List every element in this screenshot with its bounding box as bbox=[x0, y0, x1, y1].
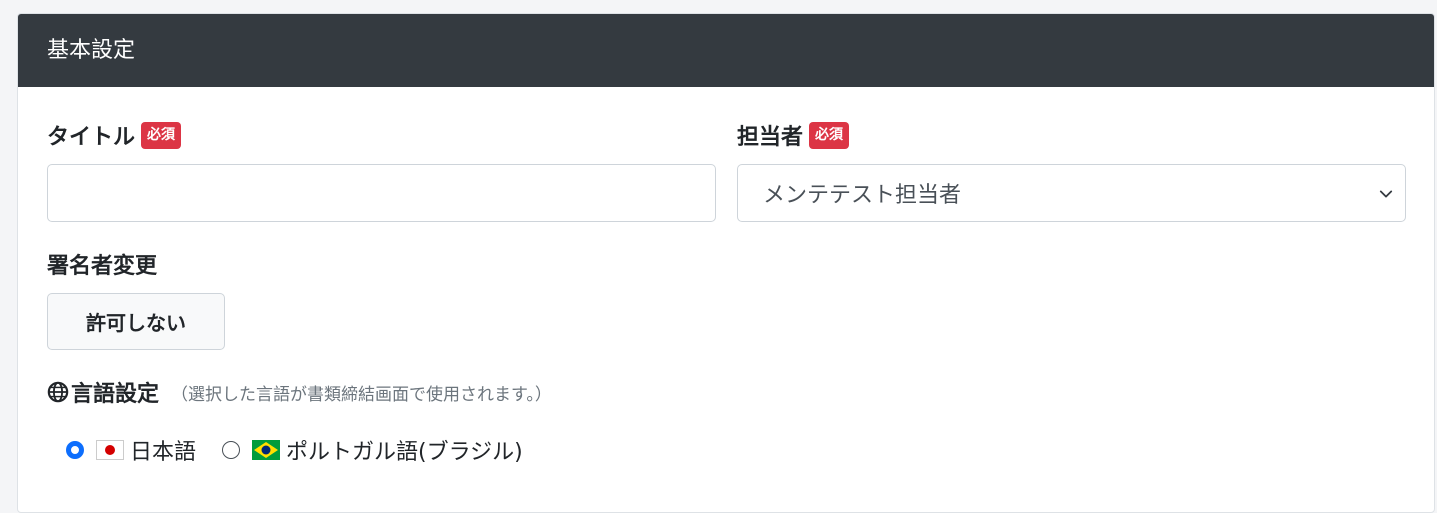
title-label: タイトル bbox=[47, 125, 136, 150]
language-option-portuguese[interactable]: ポルトガル語(ブラジル) bbox=[222, 434, 523, 466]
signer-change-toggle-button[interactable]: 許可しない bbox=[47, 293, 225, 350]
title-label-group: タイトル 必須 bbox=[47, 119, 182, 151]
brazil-flag-icon bbox=[252, 440, 281, 460]
language-option-label: ポルトガル語(ブラジル) bbox=[286, 440, 523, 465]
assignee-select[interactable]: メンテテスト担当者 bbox=[737, 164, 1406, 222]
basic-settings-card: 基本設定 タイトル 必須 担当者 必須 メンテテスト担当者 署名者変更 許可しな… bbox=[17, 13, 1435, 513]
card-header: 基本設定 bbox=[18, 14, 1434, 87]
language-option-label: 日本語 bbox=[130, 440, 197, 465]
globe-icon bbox=[47, 381, 69, 403]
signer-change-label: 署名者変更 bbox=[47, 254, 158, 279]
title-input[interactable] bbox=[47, 164, 716, 222]
chevron-down-icon bbox=[1379, 190, 1393, 198]
required-badge: 必須 bbox=[141, 121, 182, 149]
language-options: 日本語 ポルトガル語(ブラジル) bbox=[66, 434, 523, 466]
language-label-group: 言語設定 （選択した言語が書類締結画面で使用されます。） bbox=[47, 376, 552, 408]
radio-japanese[interactable] bbox=[66, 441, 84, 459]
japan-flag-icon bbox=[96, 440, 124, 460]
assignee-label-group: 担当者 必須 bbox=[737, 119, 850, 151]
assignee-label: 担当者 bbox=[737, 125, 804, 150]
assignee-selected-value: メンテテスト担当者 bbox=[763, 183, 962, 208]
language-label: 言語設定 bbox=[71, 382, 160, 407]
language-note: （選択した言語が書類締結画面で使用されます。） bbox=[171, 384, 552, 405]
radio-portuguese[interactable] bbox=[222, 441, 241, 459]
language-option-japanese[interactable]: 日本語 bbox=[66, 434, 196, 466]
required-badge: 必須 bbox=[809, 121, 850, 149]
